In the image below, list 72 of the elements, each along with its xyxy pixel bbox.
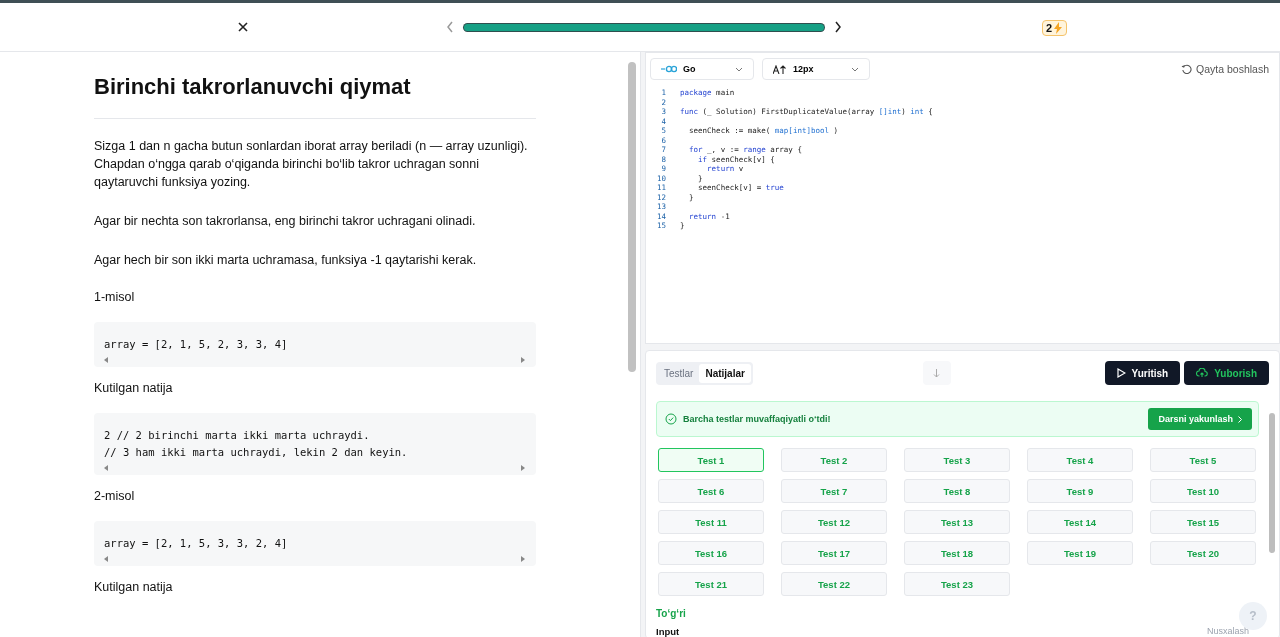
test-case-button[interactable]: Test 22 — [781, 572, 887, 596]
code-block: array = [2, 1, 5, 3, 3, 2, 4] — [94, 521, 536, 566]
test-case-button[interactable]: Test 6 — [658, 479, 764, 503]
test-case-button[interactable]: Test 16 — [658, 541, 764, 565]
problem-title: Birinchi takrorlanuvchi qiymat — [94, 74, 536, 119]
problem-text: Agar bir nechta son takrorlansa, eng birinchi takror uchragani olinadi. — [94, 213, 477, 230]
reset-icon — [1181, 63, 1193, 75]
scrollbar[interactable] — [628, 62, 636, 372]
finish-lesson-button[interactable]: Darsni yakunlash — [1148, 408, 1252, 430]
input-label: Input — [656, 625, 680, 637]
test-case-button[interactable]: Test 9 — [1027, 479, 1133, 503]
test-case-button[interactable]: Test 13 — [904, 510, 1010, 534]
section-heading: 2-misol — [94, 489, 136, 503]
test-case-button[interactable]: Test 8 — [904, 479, 1010, 503]
chevron-down-icon — [735, 66, 743, 72]
run-button[interactable]: Yuritish — [1104, 361, 1181, 385]
scroll-left-icon[interactable] — [104, 357, 109, 363]
chevron-left-icon — [446, 21, 454, 33]
help-button[interactable]: ? — [1239, 602, 1267, 630]
section-heading: Kutilgan natija — [94, 580, 174, 594]
test-case-button[interactable]: Test 20 — [1150, 541, 1256, 565]
reset-button[interactable]: Qayta boshlash — [1175, 63, 1275, 75]
test-case-button[interactable]: Test 1 — [658, 448, 764, 472]
previous-button[interactable] — [446, 21, 454, 33]
play-icon — [1116, 368, 1126, 378]
font-size-icon — [773, 64, 787, 74]
test-case-button[interactable]: Test 10 — [1150, 479, 1256, 503]
test-case-button[interactable]: Test 11 — [658, 510, 764, 534]
problem-text: Agar hech bir son ikki marta uchramasa, funksiya -1 qaytarishi kerak. — [94, 252, 478, 269]
test-case-button[interactable]: Test 7 — [781, 479, 887, 503]
results-tab[interactable]: Testlar — [658, 363, 700, 383]
test-case-button[interactable]: Test 18 — [904, 541, 1010, 565]
test-case-button[interactable]: Test 5 — [1150, 448, 1256, 472]
scroll-right-icon[interactable] — [521, 556, 526, 562]
test-case-button[interactable]: Test 19 — [1027, 541, 1133, 565]
scroll-right-icon[interactable] — [521, 357, 526, 363]
streak-badge: 2 — [1042, 20, 1068, 36]
test-case-button[interactable]: Test 4 — [1027, 448, 1133, 472]
test-case-button[interactable]: Test 12 — [781, 510, 887, 534]
test-case-button[interactable]: Test 17 — [781, 541, 887, 565]
verdict-text: To‘g‘ri — [656, 608, 686, 619]
language-select[interactable]: Go — [650, 58, 754, 80]
scrollbar[interactable] — [1269, 413, 1275, 553]
problem-text: Sizga 1 dan n gacha butun sonlardan iborat array beriladi (n — array uzunligi). Chapdan o‘ngga qarab o‘qiganda birinchi bo‘lib takror uchragan sonni qaytaruvchi funksiya yozing. — [94, 138, 529, 191]
code-block: 2 // 2 birinchi marta ikki marta uchraydi. // 3 ham ikki marta uchraydi, lekin 2 dan keyin. — [94, 413, 536, 475]
results-tab[interactable]: Natijalar — [699, 363, 751, 383]
test-case-button[interactable]: Test 23 — [904, 572, 1010, 596]
test-case-button[interactable]: Test 14 — [1027, 510, 1133, 534]
font-size-select[interactable]: 12px — [762, 58, 870, 80]
success-message: Barcha testlar muvaffaqiyatli o‘tdi! — [683, 414, 832, 424]
check-circle-icon — [665, 413, 677, 425]
section-heading: Kutilgan natija — [94, 381, 174, 395]
scroll-left-icon[interactable] — [104, 465, 109, 471]
gopher-logo-icon — [661, 65, 677, 73]
chevron-down-icon — [851, 66, 859, 72]
next-button[interactable] — [834, 21, 842, 33]
chevron-right-icon — [1238, 415, 1242, 423]
test-case-button[interactable]: Test 2 — [781, 448, 887, 472]
submit-button[interactable]: Yuborish — [1184, 361, 1269, 385]
chevron-right-icon — [834, 21, 842, 33]
test-case-button[interactable]: Test 21 — [658, 572, 764, 596]
scroll-left-icon[interactable] — [104, 556, 109, 562]
code-block: array = [2, 1, 5, 2, 3, 3, 4] — [94, 322, 536, 367]
section-heading: 1-misol — [94, 290, 136, 304]
lightning-icon — [1053, 22, 1064, 34]
test-case-button[interactable]: Test 3 — [904, 448, 1010, 472]
cloud-upload-icon — [1196, 368, 1209, 378]
close-icon — [236, 20, 250, 34]
test-case-button[interactable]: Test 15 — [1150, 510, 1256, 534]
down-arrow-icon — [933, 368, 941, 378]
close-button[interactable] — [236, 20, 250, 34]
scroll-right-icon[interactable] — [521, 465, 526, 471]
